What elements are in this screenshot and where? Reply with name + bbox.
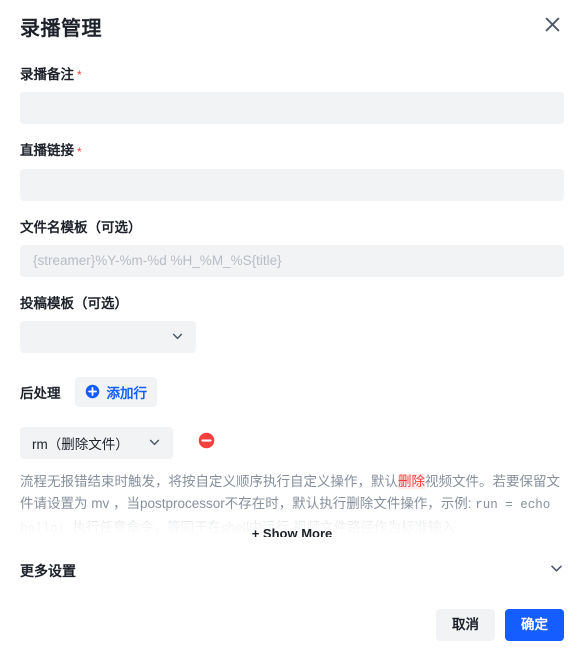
live-url-label-text: 直播链接 <box>20 143 74 159</box>
live-url-input[interactable] <box>20 168 564 201</box>
postprocess-description: 流程无报错结束时触发，将按自定义顺序执行自定义操作，默认删除视频文件。若要保留文… <box>20 471 564 537</box>
postprocess-action-value: rm（删除文件） <box>32 436 129 452</box>
chevron-down-icon <box>148 436 161 449</box>
chevron-down-icon <box>171 330 184 343</box>
filename-template-label: 文件名模板（可选） <box>20 219 142 235</box>
remove-row-button[interactable] <box>195 432 217 454</box>
dialog-header: 录播管理 <box>0 0 584 58</box>
filename-template-input[interactable] <box>20 244 564 277</box>
add-row-button[interactable]: 添加行 <box>74 376 157 407</box>
page-title: 录播管理 <box>20 18 102 40</box>
upload-template-select[interactable] <box>20 320 196 353</box>
desc-part-1-highlight: 删除 <box>398 473 425 489</box>
add-row-label: 添加行 <box>106 385 148 401</box>
dialog-footer: 取消 确定 <box>0 592 584 658</box>
live-url-label: 直播链接 * <box>20 142 564 160</box>
note-input[interactable] <box>20 92 564 125</box>
desc-part-0: 流程无报错结束时触发，将按自定义顺序执行自定义操作，默认 <box>20 473 398 489</box>
confirm-button[interactable]: 确定 <box>505 609 564 641</box>
field-note: 录播备注 * <box>20 66 564 125</box>
postprocess-row: rm（删除文件） <box>20 426 564 459</box>
more-settings-label: 更多设置 <box>20 562 76 579</box>
minus-circle-icon <box>198 432 215 454</box>
field-live-url: 直播链接 * <box>20 142 564 201</box>
postprocess-header: 后处理 添加行 <box>20 376 564 407</box>
upload-template-label: 投稿模板（可选） <box>20 295 128 311</box>
more-settings-collapse[interactable]: 更多设置 <box>20 551 564 592</box>
show-more-button[interactable]: + Show More <box>20 526 564 537</box>
close-button[interactable] <box>536 8 568 40</box>
plus-circle-icon <box>85 384 100 399</box>
note-label-text: 录播备注 <box>20 67 74 82</box>
cancel-button[interactable]: 取消 <box>436 609 495 641</box>
postprocess-action-select[interactable]: rm（删除文件） <box>20 426 173 459</box>
field-upload-template: 投稿模板（可选） <box>20 295 564 353</box>
required-asterisk: * <box>77 144 82 159</box>
dialog-body: 录播备注* 直播链接* 文件名模板（可选） 投稿模板（可选） <box>0 58 584 592</box>
close-icon <box>545 17 560 32</box>
postprocess-label: 后处理 <box>20 385 61 401</box>
field-filename-template: 文件名模板（可选） <box>20 219 564 277</box>
required-asterisk: * <box>77 68 82 83</box>
note-label: 录播备注 * <box>20 66 564 84</box>
chevron-down-icon <box>549 561 564 581</box>
recording-management-dialog: 录播管理 录播备注 * 直播链接 * 文件名模板（可选） {streamer}%… <box>0 0 584 658</box>
